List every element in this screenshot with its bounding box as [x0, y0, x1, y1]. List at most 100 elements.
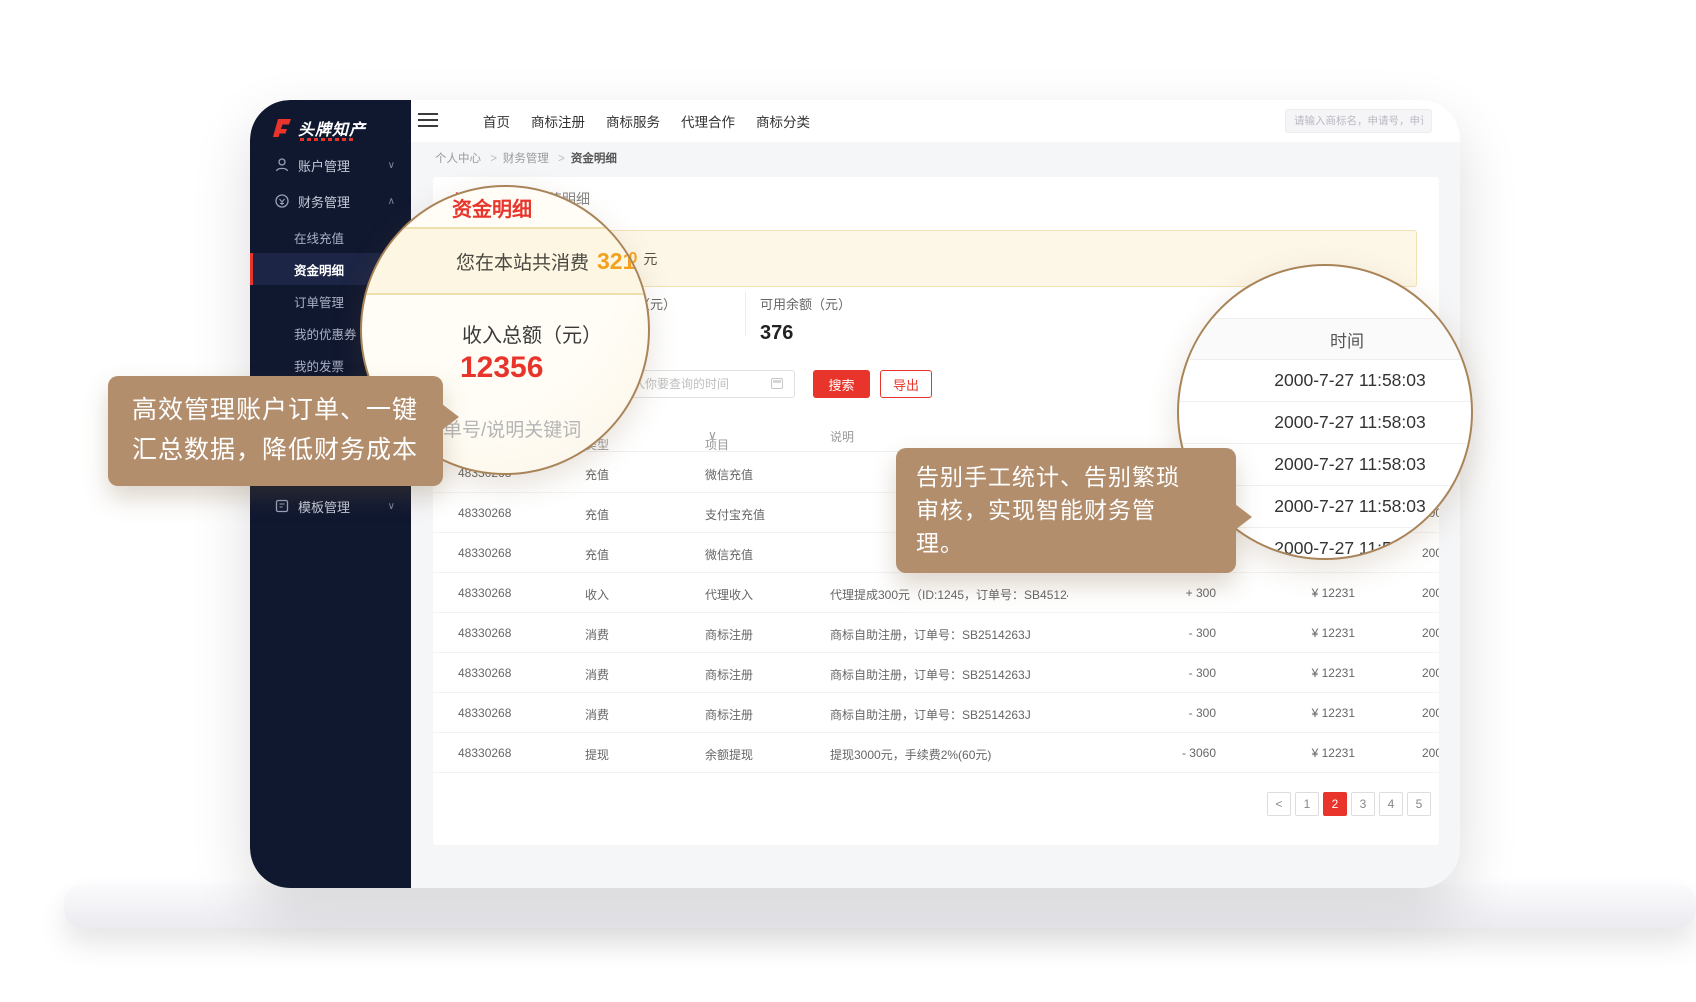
cell-project: 微信充值 — [705, 546, 820, 563]
callout-left: 高效管理账户订单、一键 汇总数据，降低财务成本 — [108, 376, 443, 486]
brand-name: 头牌知产 — [298, 116, 366, 140]
table-row: 48330268 消费 商标注册 商标自助注册，订单号：SB2514263J -… — [433, 693, 1439, 733]
cell-order: 48330268 — [458, 626, 578, 640]
cell-project: 余额提现 — [705, 746, 820, 763]
calendar-icon[interactable] — [771, 378, 783, 389]
cell-desc: 代理提成300元（ID:1245，订单号：SB45124） — [830, 586, 1068, 603]
breadcrumb-item[interactable]: 资金明细 — [571, 153, 617, 165]
stat-balance: 可用余额（元） 376 — [760, 294, 851, 345]
cell-order: 48330268 — [458, 706, 578, 720]
nav-tab[interactable]: 商标注册 — [531, 111, 585, 131]
sidebar-item-finance[interactable]: 财务管理 ∧ — [250, 184, 411, 218]
brand[interactable]: 头牌知产 — [270, 116, 366, 140]
export-button[interactable]: 导出 — [880, 370, 932, 398]
cell-type: 收入 — [585, 586, 675, 603]
cell-balance: ¥ 12231 — [1244, 666, 1355, 680]
breadcrumb-item[interactable]: 个人中心 — [435, 153, 481, 165]
cell-balance: ¥ 12231 — [1244, 586, 1355, 600]
table-row: 48330268 提现 余额提现 提现3000元，手续费2%(60元) - 30… — [433, 733, 1439, 773]
cell-type: 充值 — [585, 466, 675, 483]
cell-balance: ¥ 12231 — [1244, 626, 1355, 640]
cell-order: 48330268 — [458, 666, 578, 680]
sidebar-item-template[interactable]: 模板管理 ∨ — [250, 489, 411, 523]
cell-amount: - 300 — [1073, 626, 1216, 640]
hamburger-menu-icon[interactable] — [418, 113, 438, 128]
cell-type: 消费 — [585, 706, 675, 723]
cell-project: 商标注册 — [705, 626, 820, 643]
magnified-banner: 您在本站共消费 32124 — [360, 227, 650, 295]
cell-time: 2000-7-27 11:58:03 — [1422, 746, 1439, 760]
search-button[interactable]: 搜索 — [813, 370, 870, 398]
callout-text: 告别手工统计、告别繁琐 — [916, 461, 1216, 494]
nav-tab[interactable]: 商标服务 — [606, 111, 660, 131]
nav-tab[interactable]: 商标分类 — [756, 111, 810, 131]
cell-desc: 商标自助注册，订单号：SB2514263J — [830, 706, 1068, 723]
chevron-down-icon: ∨ — [388, 501, 395, 512]
cell-type: 充值 — [585, 546, 675, 563]
col-project[interactable]: 项目∨ — [705, 428, 820, 442]
brand-tagline — [300, 138, 356, 141]
cell-amount: - 300 — [1073, 666, 1216, 680]
cell-time: 2000-7-27 11:58:03 — [1422, 626, 1439, 640]
magnified-time-cell: 2000-7-27 11:58:03 — [1179, 360, 1473, 402]
sidebar-subitem-label: 在线充值 — [294, 228, 344, 247]
magnified-tab-fragment: 资金明细 — [452, 193, 532, 222]
cell-type: 消费 — [585, 666, 675, 683]
laptop-base — [64, 884, 1696, 928]
cell-project: 商标注册 — [705, 666, 820, 683]
sidebar: 头牌知产 账户管理 ∨ 财务管理 ∧ — [250, 100, 411, 888]
cell-desc: 商标自助注册，订单号：SB2514263J — [830, 666, 1068, 683]
cell-type: 消费 — [585, 626, 675, 643]
cell-order: 48330268 — [458, 746, 578, 760]
trademark-search-input[interactable] — [1285, 109, 1432, 133]
stat-value: 376 — [760, 322, 851, 345]
breadcrumb-item[interactable]: 财务管理 — [503, 153, 549, 165]
sidebar-item-label: 账户管理 — [298, 156, 350, 175]
callout-text: 审核，实现智能财务管 — [916, 494, 1216, 527]
user-icon — [274, 157, 290, 173]
nav-tab[interactable]: 代理合作 — [681, 111, 735, 131]
cell-project: 微信充值 — [705, 466, 820, 483]
brand-logo-icon — [270, 117, 292, 139]
page-button[interactable]: 1 — [1295, 792, 1319, 816]
page-button[interactable]: 4 — [1379, 792, 1403, 816]
cell-project: 商标注册 — [705, 706, 820, 723]
breadcrumb: 个人中心 > 财务管理 > 资金明细 > — [435, 150, 617, 166]
magnified-time-cell: 2000-7-27 11:58:03 — [1179, 402, 1473, 444]
chevron-up-icon: ∧ — [388, 196, 395, 207]
callout-text: 理。 — [916, 527, 1216, 560]
template-icon — [274, 498, 290, 514]
table-row: 48330268 消费 商标注册 商标自助注册，订单号：SB2514263J -… — [433, 653, 1439, 693]
page-button[interactable]: 5 — [1407, 792, 1431, 816]
magnified-income-label: 收入总额（元） — [462, 319, 602, 348]
cell-order: 48330268 — [458, 506, 578, 520]
cell-type: 提现 — [585, 746, 675, 763]
sidebar-item-label: 模板管理 — [298, 497, 350, 516]
cell-balance: ¥ 12231 — [1244, 706, 1355, 720]
callout-text: 汇总数据，降低财务成本 — [132, 430, 419, 470]
sidebar-item-account[interactable]: 账户管理 ∨ — [250, 148, 411, 182]
nav-tab[interactable]: 首页 — [483, 111, 510, 131]
callout-text: 高效管理账户订单、一键 — [132, 390, 419, 430]
page-button[interactable]: 3 — [1351, 792, 1375, 816]
page-button[interactable]: 2 — [1323, 792, 1347, 816]
callout-right: 告别手工统计、告别繁琐 审核，实现智能财务管 理。 — [896, 448, 1236, 573]
page-button[interactable]: < — [1267, 792, 1291, 816]
cell-desc: 商标自助注册，订单号：SB2514263J — [830, 626, 1068, 643]
callout-arrow-icon — [442, 404, 459, 430]
breadcrumb-separator: > — [558, 153, 565, 165]
cell-amount: + 300 — [1073, 586, 1216, 600]
table-row: 48330268 收入 代理收入 代理提成300元（ID:1245，订单号：SB… — [433, 573, 1439, 613]
sidebar-subitem-label: 订单管理 — [294, 292, 344, 311]
cell-order: 48330268 — [458, 586, 578, 600]
cell-time: 2000-7-27 11:58:03 — [1422, 586, 1439, 600]
cell-balance: ¥ 12231 — [1244, 746, 1355, 760]
stat-divider — [745, 292, 746, 336]
nav-tabs: 首页 商标注册 商标服务 代理合作 商标分类 — [483, 100, 810, 142]
cell-amount: - 3060 — [1073, 746, 1216, 760]
table-row: 48330268 消费 商标注册 商标自助注册，订单号：SB2514263J -… — [433, 613, 1439, 653]
finance-icon — [274, 193, 290, 209]
cell-project: 代理收入 — [705, 586, 820, 603]
pagination: < 1 2 3 4 5 — [1267, 792, 1431, 816]
callout-arrow-icon — [1235, 504, 1252, 530]
